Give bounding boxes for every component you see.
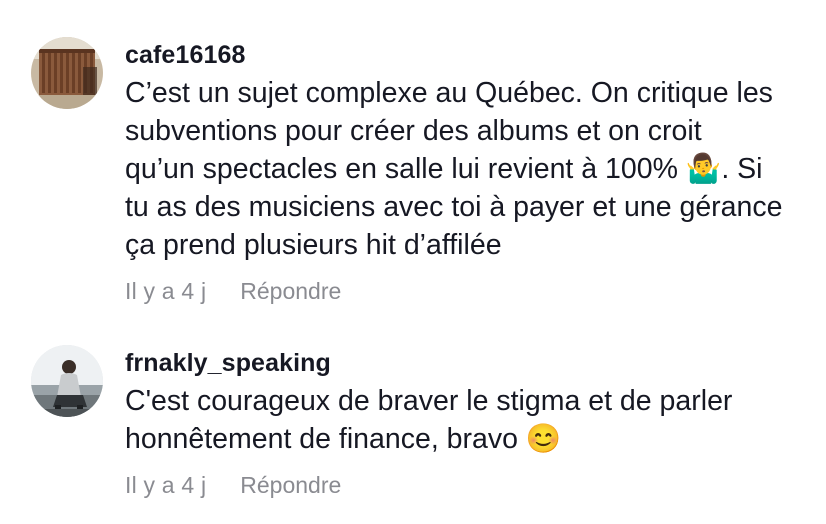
comment-item: cafe16168 C’est un sujet complexe au Qué… [0, 0, 826, 320]
avatar[interactable] [31, 345, 103, 417]
avatar[interactable] [31, 37, 103, 109]
comment-meta: Il y a 4 j Répondre [125, 276, 808, 306]
reply-button[interactable]: Répondre [240, 470, 341, 500]
avatar-image [31, 37, 103, 109]
comment-text: C’est un sujet complexe au Québec. On cr… [125, 77, 783, 261]
comment-text: C'est courageux de braver le stigma et d… [125, 385, 733, 455]
avatar-image [31, 345, 103, 417]
timestamp: Il y a 4 j [125, 472, 207, 498]
comment-meta: Il y a 4 j Répondre [125, 470, 808, 500]
comment-body: cafe16168 C’est un sujet complexe au Qué… [125, 40, 808, 306]
comment-body: frnakly_speaking C'est courageux de brav… [125, 348, 808, 500]
timestamp: Il y a 4 j [125, 278, 207, 304]
username[interactable]: cafe16168 [125, 40, 808, 70]
username[interactable]: frnakly_speaking [125, 348, 808, 378]
comment-item: frnakly_speaking C'est courageux de brav… [0, 330, 826, 524]
reply-button[interactable]: Répondre [240, 276, 341, 306]
